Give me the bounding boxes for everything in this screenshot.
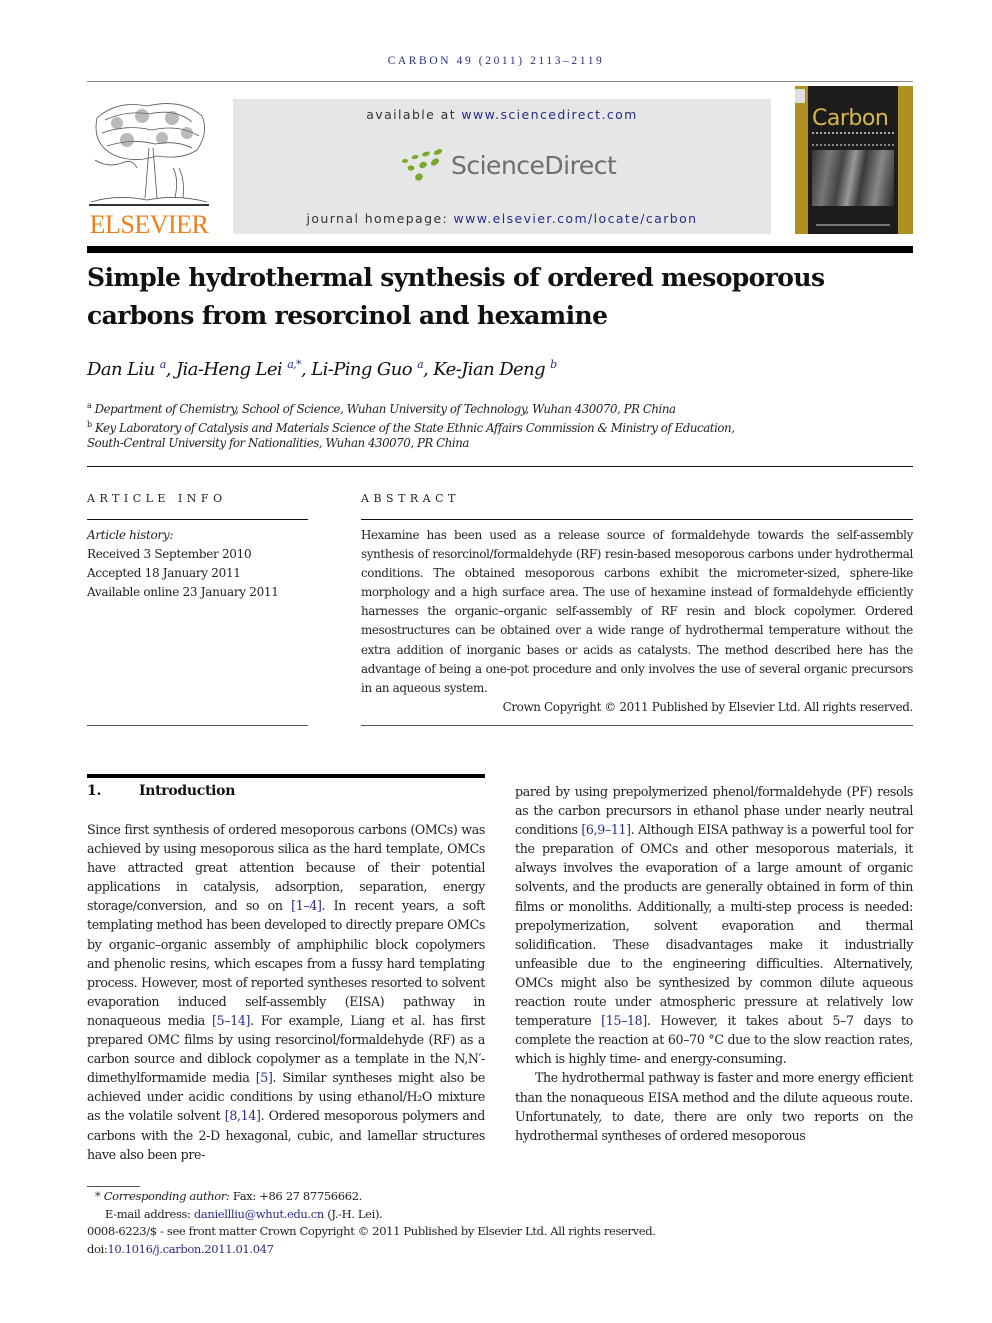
journal-homepage-link[interactable]: www.elsevier.com/locate/carbon <box>454 211 698 226</box>
article-info-bottom-rule <box>87 725 308 726</box>
author-name: Jia-Heng Lei <box>175 359 283 380</box>
title-line-2: carbons from resorcinol and hexamine <box>87 301 608 330</box>
paragraph-text: . Although EISA pathway is a powerful to… <box>515 822 914 1029</box>
author-separator: , <box>423 359 434 380</box>
footnote-rule <box>87 1186 140 1187</box>
email-note: E-mail address: daniellliu@whut.edu.cn (… <box>87 1206 656 1224</box>
abstract-copyright: Crown Copyright © 2011 Published by Else… <box>502 699 914 714</box>
affiliation-divider <box>87 466 913 467</box>
affiliation-b-cont: South-Central University for Nationaliti… <box>87 434 469 453</box>
footnotes: * Corresponding author: Fax: +86 27 8775… <box>87 1188 656 1258</box>
journal-homepage-label: journal homepage: <box>306 211 454 226</box>
author-affil-link[interactable]: a,* <box>287 358 301 371</box>
cover-subtitle <box>812 132 894 146</box>
author-list: Dan Liu a, Jia-Heng Lei a,*, Li-Ping Guo… <box>87 358 557 380</box>
author-name: Dan Liu <box>87 359 155 380</box>
section-title: Introduction <box>139 783 236 799</box>
author-affil-link[interactable]: b <box>550 358 557 371</box>
affiliation-marker: b <box>87 420 92 429</box>
affiliation-marker: a <box>87 401 92 410</box>
cover-journal-name: Carbon <box>812 106 889 131</box>
cover-micrograph <box>812 150 894 206</box>
available-at-label: available at <box>366 107 462 122</box>
received-date: Received 3 September 2010 <box>87 547 252 561</box>
corresponding-author-note: * Corresponding author: Fax: +86 27 8775… <box>87 1188 656 1206</box>
journal-citation: CARBON 49 (2011) 2113–2119 <box>387 55 605 67</box>
abstract-body: Hexamine has been used as a release sour… <box>361 526 913 717</box>
article-info-divider <box>87 519 308 520</box>
email-owner: (J.-H. Lei). <box>323 1206 383 1221</box>
email-link[interactable]: daniellliu@whut.edu.cn <box>194 1207 324 1221</box>
abstract-heading: ABSTRACT <box>361 492 460 505</box>
intro-paragraph: The hydrothermal pathway is faster and m… <box>515 1070 913 1143</box>
citation-link[interactable]: [1–4] <box>291 898 322 913</box>
author-separator: , <box>300 359 312 380</box>
abstract-bottom-rule <box>361 725 913 726</box>
author-separator: , <box>165 359 176 380</box>
doi-link[interactable]: 10.1016/j.carbon.2011.01.047 <box>107 1242 274 1256</box>
author-name: Ke-Jian Deng <box>433 359 545 380</box>
article-title: Simple hydrothermal synthesis of ordered… <box>87 259 913 335</box>
sciencedirect-banner: available at www.sciencedirect.com Scien… <box>233 99 771 234</box>
footnote-marker: * <box>95 1189 101 1203</box>
journal-homepage-line: journal homepage: www.elsevier.com/locat… <box>233 211 771 226</box>
title-line-1: Simple hydrothermal synthesis of ordered… <box>87 263 825 292</box>
citation-link[interactable]: [5–14] <box>212 1013 250 1028</box>
article-info-heading: ARTICLE INFO <box>87 492 227 505</box>
email-label: E-mail address: <box>105 1206 194 1221</box>
intro-left-column: Since first synthesis of ordered mesopor… <box>87 820 485 1164</box>
sciencedirect-logo-text: ScienceDirect <box>451 151 617 180</box>
sciencedirect-logo: ScienceDirect <box>399 147 617 187</box>
section-number: 1. <box>87 783 102 799</box>
intro-paragraph: pared by using prepolymerized phenol/for… <box>515 782 913 1068</box>
available-at-line: available at www.sciencedirect.com <box>233 107 771 122</box>
journal-cover-image: Carbon <box>795 86 913 234</box>
sciencedirect-dots-icon <box>402 149 443 181</box>
footnote-label: Corresponding author: <box>103 1189 230 1203</box>
abstract-divider <box>361 519 913 520</box>
abstract-text: Hexamine has been used as a release sour… <box>361 528 913 695</box>
elsevier-tree-icon <box>89 103 209 206</box>
cover-publisher-badge <box>795 89 805 103</box>
fax-number: Fax: +86 27 87756662. <box>229 1189 362 1203</box>
cover-footer <box>816 224 890 226</box>
section-rule <box>87 774 485 778</box>
sciencedirect-link[interactable]: www.sciencedirect.com <box>461 107 637 122</box>
citation-link[interactable]: [15–18] <box>601 1013 647 1028</box>
citation-link[interactable]: [5] <box>256 1070 273 1085</box>
doi-line: doi:10.1016/j.carbon.2011.01.047 <box>87 1241 656 1259</box>
paragraph-text: . In recent years, a soft templating met… <box>87 898 485 1028</box>
accepted-date: Accepted 18 January 2011 <box>87 566 241 580</box>
online-date: Available online 23 January 2011 <box>87 585 279 599</box>
intro-right-column: pared by using prepolymerized phenol/for… <box>515 782 913 1145</box>
issn-line: 0008-6223/$ - see front matter Crown Cop… <box>87 1224 656 1238</box>
citation-link[interactable]: [6,9–11] <box>581 822 631 837</box>
affiliation-text: South-Central University for Nationaliti… <box>87 436 469 450</box>
header-divider <box>87 81 913 82</box>
affiliation-text: Key Laboratory of Catalysis and Material… <box>94 420 735 435</box>
history-label: Article history: <box>87 528 174 542</box>
affiliation-text: Department of Chemistry, School of Scien… <box>94 401 676 416</box>
elsevier-logo: ELSEVIER <box>87 98 211 238</box>
doi-label: doi: <box>87 1241 108 1256</box>
introduction-heading: 1. Introduction <box>87 783 235 799</box>
article-history: Article history: Received 3 September 20… <box>87 526 279 602</box>
elsevier-wordmark: ELSEVIER <box>89 210 209 239</box>
header-thick-rule <box>87 246 913 253</box>
citation-link[interactable]: [8,14] <box>225 1108 261 1123</box>
cover-panel: Carbon <box>808 86 898 234</box>
intro-paragraph: Since first synthesis of ordered mesopor… <box>87 820 485 1164</box>
author-name: Li-Ping Guo <box>311 359 412 380</box>
